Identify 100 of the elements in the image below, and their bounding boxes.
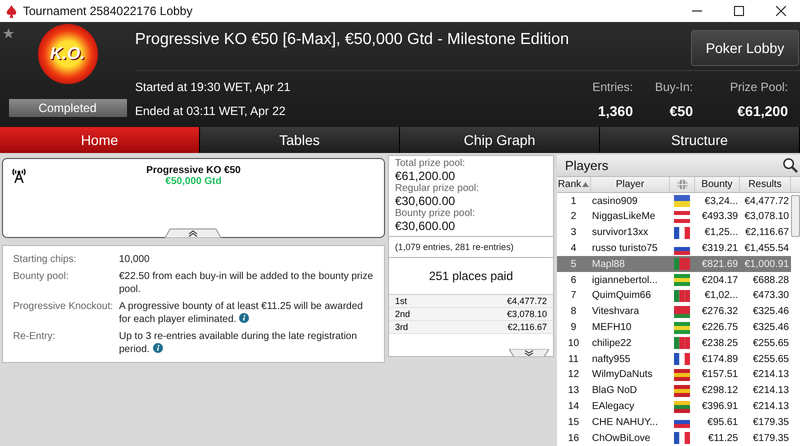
rank-cell-text: 15 bbox=[566, 416, 580, 428]
detail-value: A progressive bounty of at least €11.25 will be awarded for each player eliminated. bbox=[119, 300, 364, 326]
stat-label: Buy-In: bbox=[654, 80, 693, 94]
bounty-cell-text: €298.12 bbox=[700, 385, 739, 396]
result-cell-text: €179.35 bbox=[752, 416, 790, 428]
rank-cell-text: 13 bbox=[566, 385, 580, 396]
player-name[interactable]: chilipe22 bbox=[590, 338, 670, 349]
tab[interactable]: Home bbox=[0, 127, 200, 153]
result-cell-text: €1,455.54 bbox=[744, 243, 790, 254]
stat-value: 1,360 bbox=[598, 102, 633, 118]
stat-value: €61,200 bbox=[737, 102, 788, 118]
info-icon[interactable] bbox=[239, 313, 250, 323]
entries-note: (1,079 entries, 281 re-entries) bbox=[395, 242, 514, 252]
player-name[interactable]: MEFH10 bbox=[590, 322, 670, 334]
rank-cell-text: 7 bbox=[570, 290, 578, 302]
guarantee-text: €50,000 Gtd bbox=[165, 176, 222, 187]
bounty-cell-text: €319.21 bbox=[700, 243, 739, 254]
maximize-icon[interactable] bbox=[734, 6, 744, 16]
tab[interactable]: Tables bbox=[200, 127, 400, 153]
result-cell-text: €325.46 bbox=[752, 322, 790, 334]
player-name[interactable]: nafty955 bbox=[590, 354, 670, 365]
bounty-cell-text: €3,24... bbox=[704, 196, 739, 207]
start-time: Started at 19:30 WET, Apr 21 bbox=[135, 80, 292, 94]
detail-value: Up to 3 re-entries available during the late registration period. bbox=[119, 330, 358, 356]
bounty-cell-text: €11.25 bbox=[707, 432, 739, 444]
result-cell-text: €688.28 bbox=[752, 274, 790, 286]
poker-lobby-button[interactable]: Poker Lobby bbox=[691, 30, 799, 66]
pool-value: €61,200.00 bbox=[395, 169, 456, 183]
window-title: Tournament 2584022176 Lobby bbox=[23, 4, 194, 18]
rank-cell-text: 9 bbox=[570, 322, 578, 334]
detail-label: Bounty pool: bbox=[13, 270, 70, 284]
player-name[interactable]: BlaG NoD bbox=[590, 385, 670, 396]
spade-icon bbox=[6, 4, 17, 18]
player-name[interactable]: CHE NAHUY... bbox=[590, 416, 670, 428]
places-paid: 251 places paid bbox=[428, 269, 514, 283]
search-icon[interactable] bbox=[783, 158, 798, 173]
stat-label: Entries: bbox=[592, 80, 633, 94]
player-name[interactable]: ChOwBiLove bbox=[590, 432, 670, 444]
bounty-cell-text: €1,25... bbox=[704, 227, 739, 238]
payout-amount: €3,078.10 bbox=[506, 308, 547, 320]
player-name[interactable]: NiggasLikeMe bbox=[590, 211, 670, 222]
pool-label: Bounty prize pool: bbox=[395, 208, 476, 219]
detail-value: €22.50 from each buy-in will be added to the bounty prize pool. bbox=[119, 270, 374, 296]
stat-value: €50 bbox=[670, 102, 693, 118]
payout-amount: €4,477.72 bbox=[506, 295, 547, 307]
player-name[interactable]: Mapl88 bbox=[590, 258, 670, 270]
tab[interactable]: Chip Graph bbox=[400, 127, 600, 153]
bounty-cell-text: €396.91 bbox=[700, 401, 739, 412]
column-header[interactable]: Bounty bbox=[695, 176, 740, 192]
scrollbar[interactable] bbox=[791, 195, 800, 238]
column-header[interactable]: Player bbox=[591, 176, 670, 192]
result-cell-text: €325.46 bbox=[752, 306, 790, 318]
tournament-title: Progressive KO €50 [6-Max], €50,000 Gtd - Milestone Edition bbox=[135, 30, 570, 49]
player-name[interactable]: EAlegacy bbox=[590, 401, 670, 412]
column-header[interactable]: Results bbox=[740, 176, 791, 192]
pool-value: €30,600.00 bbox=[395, 194, 456, 208]
rank-cell-text: 6 bbox=[570, 274, 578, 286]
rank-cell-text: 3 bbox=[570, 227, 578, 238]
expand-tab-icon[interactable] bbox=[509, 349, 549, 357]
player-name[interactable]: QuimQuim66 bbox=[590, 290, 670, 302]
bounty-cell-text: €238.25 bbox=[700, 338, 739, 349]
rank-cell-text: 16 bbox=[566, 432, 580, 444]
result-cell-text: €4,477.72 bbox=[744, 196, 790, 207]
player-name[interactable]: survivor13xx bbox=[590, 227, 670, 238]
info-icon[interactable] bbox=[152, 343, 163, 353]
payout-place: 3rd bbox=[395, 321, 408, 333]
result-cell-text: €255.65 bbox=[752, 354, 790, 365]
column-header[interactable]: Rank bbox=[557, 176, 591, 192]
antenna-icon bbox=[11, 167, 27, 183]
player-name[interactable]: igiannebertol... bbox=[590, 274, 670, 286]
players-title: Players bbox=[565, 158, 608, 173]
rank-cell-text: 1 bbox=[570, 196, 578, 207]
payout-place: 1st bbox=[395, 295, 408, 307]
detail-value: 10,000 bbox=[119, 253, 151, 266]
bounty-cell-text: €174.89 bbox=[700, 354, 739, 365]
result-cell-text: €214.13 bbox=[752, 369, 790, 380]
detail-label: Progressive Knockout: bbox=[13, 300, 114, 314]
close-icon[interactable] bbox=[776, 6, 786, 16]
bounty-cell-text: €95.61 bbox=[706, 416, 739, 428]
rank-cell-text: 14 bbox=[566, 401, 580, 412]
rank-cell-text: 2 bbox=[570, 211, 578, 222]
collapse-tab-icon[interactable] bbox=[165, 228, 221, 238]
player-name[interactable]: Viteshvara bbox=[590, 306, 670, 318]
player-name[interactable]: WilmyDaNuts bbox=[590, 369, 670, 380]
result-cell-text: €3,078.10 bbox=[744, 211, 790, 222]
tab[interactable]: Structure bbox=[600, 127, 800, 153]
bounty-cell-text: €493.39 bbox=[700, 211, 739, 222]
result-cell-text: €255.65 bbox=[752, 338, 790, 349]
bounty-cell-text: €1,02... bbox=[704, 290, 739, 302]
result-cell-text: €1,000.91 bbox=[744, 258, 790, 270]
status-badge: Completed bbox=[8, 99, 126, 117]
pool-label: Total prize pool: bbox=[395, 158, 466, 169]
logo: K.O. bbox=[38, 24, 98, 84]
player-name[interactable]: russo turisto75 bbox=[590, 243, 670, 254]
pool-value: €30,600.00 bbox=[395, 219, 456, 233]
player-name[interactable]: casino909 bbox=[590, 196, 670, 207]
star-icon[interactable] bbox=[3, 28, 14, 39]
globe-icon[interactable] bbox=[676, 178, 688, 190]
bounty-cell-text: €276.32 bbox=[700, 306, 739, 318]
result-cell-text: €473.30 bbox=[752, 290, 790, 302]
